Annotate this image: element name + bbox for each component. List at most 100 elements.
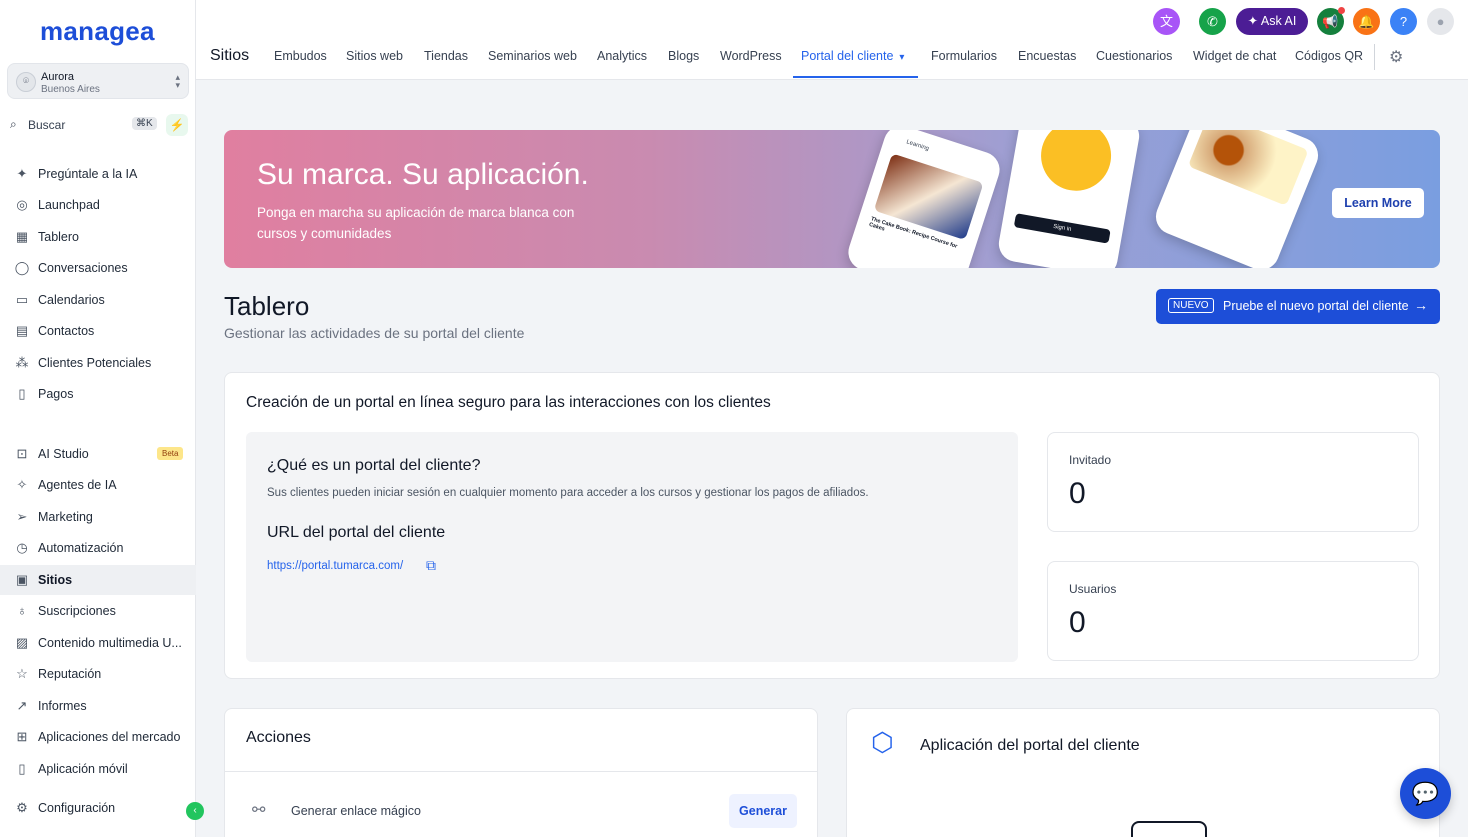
notification-dot xyxy=(1338,7,1345,14)
translate-icon[interactable]: 文 xyxy=(1153,8,1180,35)
section-title: Sitios xyxy=(210,47,250,64)
sidebar-item-label: Pagos xyxy=(38,387,74,401)
sidebar-item-tablero[interactable]: ▦ Tablero xyxy=(0,222,196,252)
sidebar-item-contactos[interactable]: ▤ Contactos xyxy=(0,316,196,346)
actions-title: Acciones xyxy=(246,729,311,746)
actions-card: Acciones ⚯ Generar enlace mágico Generar xyxy=(224,708,818,837)
mockup-cookies-image xyxy=(1187,130,1309,206)
tab-cuestionarios[interactable]: Cuestionarios xyxy=(1096,49,1172,63)
magic-link-label: Generar enlace mágico xyxy=(291,804,421,818)
generate-button[interactable]: Generar xyxy=(729,794,797,828)
ask-ai-label: Ask AI xyxy=(1260,14,1297,28)
sidebar-item-configuracion[interactable]: ⚙ Configuración xyxy=(0,793,196,823)
tab-label: Portal del cliente xyxy=(801,49,894,63)
portal-question: ¿Qué es un portal del cliente? xyxy=(267,457,481,474)
settings-gear-icon[interactable]: ⚙ xyxy=(1389,47,1403,67)
tab-codigos-qr[interactable]: Códigos QR xyxy=(1295,49,1363,63)
collapse-sidebar-button[interactable]: ‹ xyxy=(186,802,204,820)
try-new-portal-button[interactable]: NUEVO Pruebe el nuevo portal del cliente… xyxy=(1156,289,1440,324)
sites-icon: ▣ xyxy=(15,572,29,587)
mobile-app-icon: ⬡ xyxy=(871,727,894,757)
portal-url-link[interactable]: https://portal.tumarca.com/ xyxy=(267,560,403,572)
sidebar-item-contenido-multimedia[interactable]: ▨ Contenido multimedia U... xyxy=(0,628,196,658)
sidebar-item-label: Aplicación móvil xyxy=(38,762,128,776)
page-title: Tablero xyxy=(224,291,310,321)
search-button[interactable]: ⌕ Buscar ⌘K xyxy=(8,114,160,136)
agent-icon: ✧ xyxy=(16,477,28,492)
tab-seminarios-web[interactable]: Seminarios web xyxy=(488,49,577,63)
tab-portal-del-cliente[interactable]: Portal del cliente ▾ xyxy=(801,49,904,63)
sidebar-item-label: Calendarios xyxy=(38,293,105,307)
phone-icon[interactable]: ✆ xyxy=(1199,8,1226,35)
sidebar-item-label: Conversaciones xyxy=(38,261,128,275)
sidebar-item-reputacion[interactable]: ☆ Reputación xyxy=(0,659,196,689)
sidebar-item-suscripciones[interactable]: ♁ Suscripciones xyxy=(0,596,196,626)
sidebar-item-label: Contactos xyxy=(38,324,95,338)
send-icon: ➢ xyxy=(16,509,28,524)
sidebar-item-agentes-de-ia[interactable]: ✧ Agentes de IA xyxy=(0,470,196,500)
sidebar-item-label: Clientes Potenciales xyxy=(38,356,152,370)
sidebar-item-label: Informes xyxy=(38,699,87,713)
award-icon: ♁ xyxy=(17,603,27,618)
divider xyxy=(1374,44,1375,70)
stat-value: 0 xyxy=(1069,477,1086,510)
tab-analytics[interactable]: Analytics xyxy=(597,49,647,63)
chat-support-button[interactable]: 💬 xyxy=(1400,768,1451,819)
sidebar-item-ai-studio[interactable]: ⊡ AI Studio Beta xyxy=(0,439,196,469)
gear-icon: ⚙ xyxy=(16,800,28,815)
sidebar-item-ask-ai[interactable]: ✦ Pregúntale a la IA xyxy=(0,159,196,189)
user-avatar[interactable]: ● xyxy=(1427,8,1454,35)
sidebar-item-calendarios[interactable]: ▭ Calendarios xyxy=(0,285,196,315)
ask-ai-button[interactable]: ✦ Ask AI xyxy=(1236,8,1308,35)
top-header: 文 ✆ ✦ Ask AI 📢 🔔 ? ● Sitios Embudos Siti… xyxy=(196,0,1468,80)
sparkle-icon: ✦ xyxy=(1247,14,1261,28)
sidebar-item-marketing[interactable]: ➢ Marketing xyxy=(0,502,196,532)
help-icon[interactable]: ? xyxy=(1390,8,1417,35)
tab-sitios-web[interactable]: Sitios web xyxy=(346,49,403,63)
search-shortcut: ⌘K xyxy=(132,117,157,130)
beta-badge: Beta xyxy=(157,447,184,460)
tab-widget-de-chat[interactable]: Widget de chat xyxy=(1193,49,1276,63)
tab-wordpress[interactable]: WordPress xyxy=(720,49,782,63)
ai-studio-icon: ⊡ xyxy=(16,446,28,461)
search-icon: ⌕ xyxy=(10,117,17,131)
account-location: Buenos Aires xyxy=(41,84,100,95)
quick-action-bolt-icon[interactable]: ⚡ xyxy=(166,114,188,136)
sidebar-item-conversaciones[interactable]: ◯ Conversaciones xyxy=(0,253,196,283)
copy-icon[interactable]: ⧉ xyxy=(426,557,436,574)
tab-embudos[interactable]: Embudos xyxy=(274,49,327,63)
learn-more-button[interactable]: Learn More xyxy=(1332,188,1424,218)
try-new-portal-label: Pruebe el nuevo portal del cliente xyxy=(1223,299,1409,313)
sparkles-icon: ✦ xyxy=(16,166,28,181)
tab-encuestas[interactable]: Encuestas xyxy=(1018,49,1076,63)
brand-logo[interactable]: managea xyxy=(40,16,155,47)
contacts-icon: ▤ xyxy=(15,323,29,338)
sidebar-item-sitios[interactable]: ▣ Sitios xyxy=(0,565,196,595)
portal-app-title: Aplicación del portal del cliente xyxy=(920,737,1140,754)
sidebar-item-automatizacion[interactable]: ◷ Automatización xyxy=(0,533,196,563)
account-switcher[interactable]: ⌾ Aurora Buenos Aires ▴ ▾ xyxy=(7,63,189,99)
sidebar-item-aplicaciones-del-mercado[interactable]: ⊞ Aplicaciones del mercado xyxy=(0,722,196,752)
sidebar-item-pagos[interactable]: ▯ Pagos xyxy=(0,379,196,409)
app-illustration xyxy=(1131,821,1207,837)
banner-subtitle: Ponga en marcha su aplicación de marca b… xyxy=(257,205,575,241)
tab-formularios[interactable]: Formularios xyxy=(931,49,997,63)
sidebar-item-label: Sitios xyxy=(38,573,73,587)
sidebar-item-launchpad[interactable]: ◎ Launchpad xyxy=(0,190,196,220)
grid-icon: ▦ xyxy=(15,229,29,244)
portal-url-heading: URL del portal del cliente xyxy=(267,524,446,541)
sidebar-item-label: Reputación xyxy=(38,667,102,681)
sidebar-item-informes[interactable]: ↗ Informes xyxy=(0,691,196,721)
tab-blogs[interactable]: Blogs xyxy=(668,49,699,63)
page-subtitle: Gestionar las actividades de su portal d… xyxy=(224,325,525,341)
star-icon: ☆ xyxy=(16,666,28,681)
bell-icon[interactable]: 🔔 xyxy=(1353,8,1380,35)
sidebar-item-label: Automatización xyxy=(38,541,124,555)
stat-label: Usuarios xyxy=(1069,582,1117,596)
portal-info-card: Creación de un portal en línea seguro pa… xyxy=(224,372,1440,679)
receipt-icon: ▯ xyxy=(18,386,26,401)
portal-info-panel: ¿Qué es un portal del cliente? Sus clien… xyxy=(246,432,1018,662)
sidebar-item-aplicacion-movil[interactable]: ▯ Aplicación móvil xyxy=(0,754,196,784)
sidebar-item-clientes-potenciales[interactable]: ⁂ Clientes Potenciales xyxy=(0,348,196,378)
tab-tiendas[interactable]: Tiendas xyxy=(424,49,468,63)
